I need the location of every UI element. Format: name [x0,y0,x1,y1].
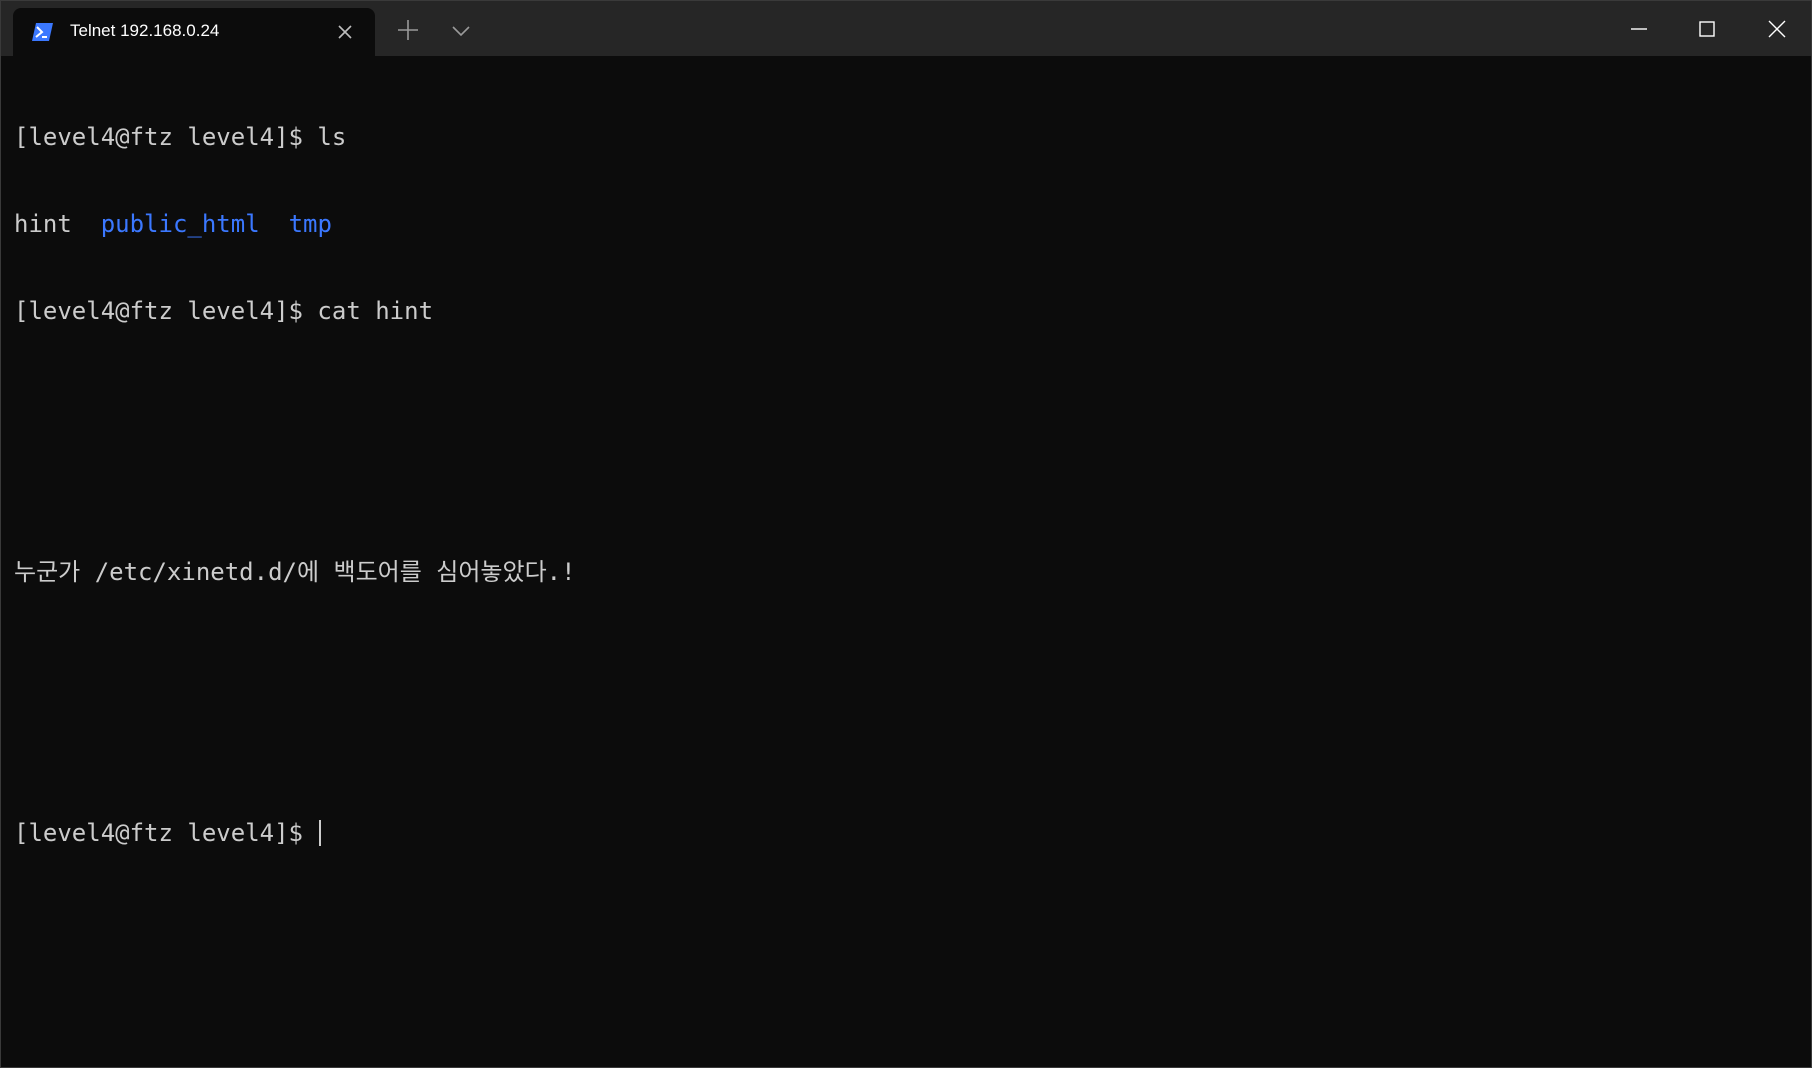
chevron-down-icon[interactable] [449,19,473,43]
maximize-icon [1699,21,1715,37]
tab-telnet[interactable]: Telnet 192.168.0.24 [13,8,375,56]
hint-message: 누군가 /etc/xinetd.d/에 백도어를 심어놓았다.! [14,558,576,586]
minimize-icon [1631,28,1647,30]
maximize-button[interactable] [1673,1,1741,56]
file-entry: hint [14,210,72,238]
terminal-window: Telnet 192.168.0.24 [level4@ftz level4]$… [0,0,1812,1068]
close-icon [1768,20,1786,38]
powershell-icon [32,23,53,41]
terminal-line: [level4@ftz level4]$ cat hint [14,297,434,325]
ls-output-line: hint public_html tmp [14,210,1811,239]
directory-entry: public_html [100,210,260,238]
title-bar[interactable]: Telnet 192.168.0.24 [1,1,1811,56]
minimize-button[interactable] [1605,1,1673,56]
close-tab-icon[interactable] [335,22,355,42]
text-cursor [319,820,322,846]
directory-entry: tmp [288,210,332,238]
new-tab-icon[interactable] [395,17,421,43]
tab-title: Telnet 192.168.0.24 [70,21,220,40]
terminal-line: [level4@ftz level4]$ ls [14,123,347,151]
close-window-button[interactable] [1743,1,1811,56]
prompt-line[interactable]: [level4@ftz level4]$ [14,819,1811,848]
separator [260,210,289,238]
separator [72,210,101,238]
terminal-output[interactable]: [level4@ftz level4]$ ls hint public_html… [14,65,1811,1067]
shell-prompt: [level4@ftz level4]$ [14,819,318,847]
